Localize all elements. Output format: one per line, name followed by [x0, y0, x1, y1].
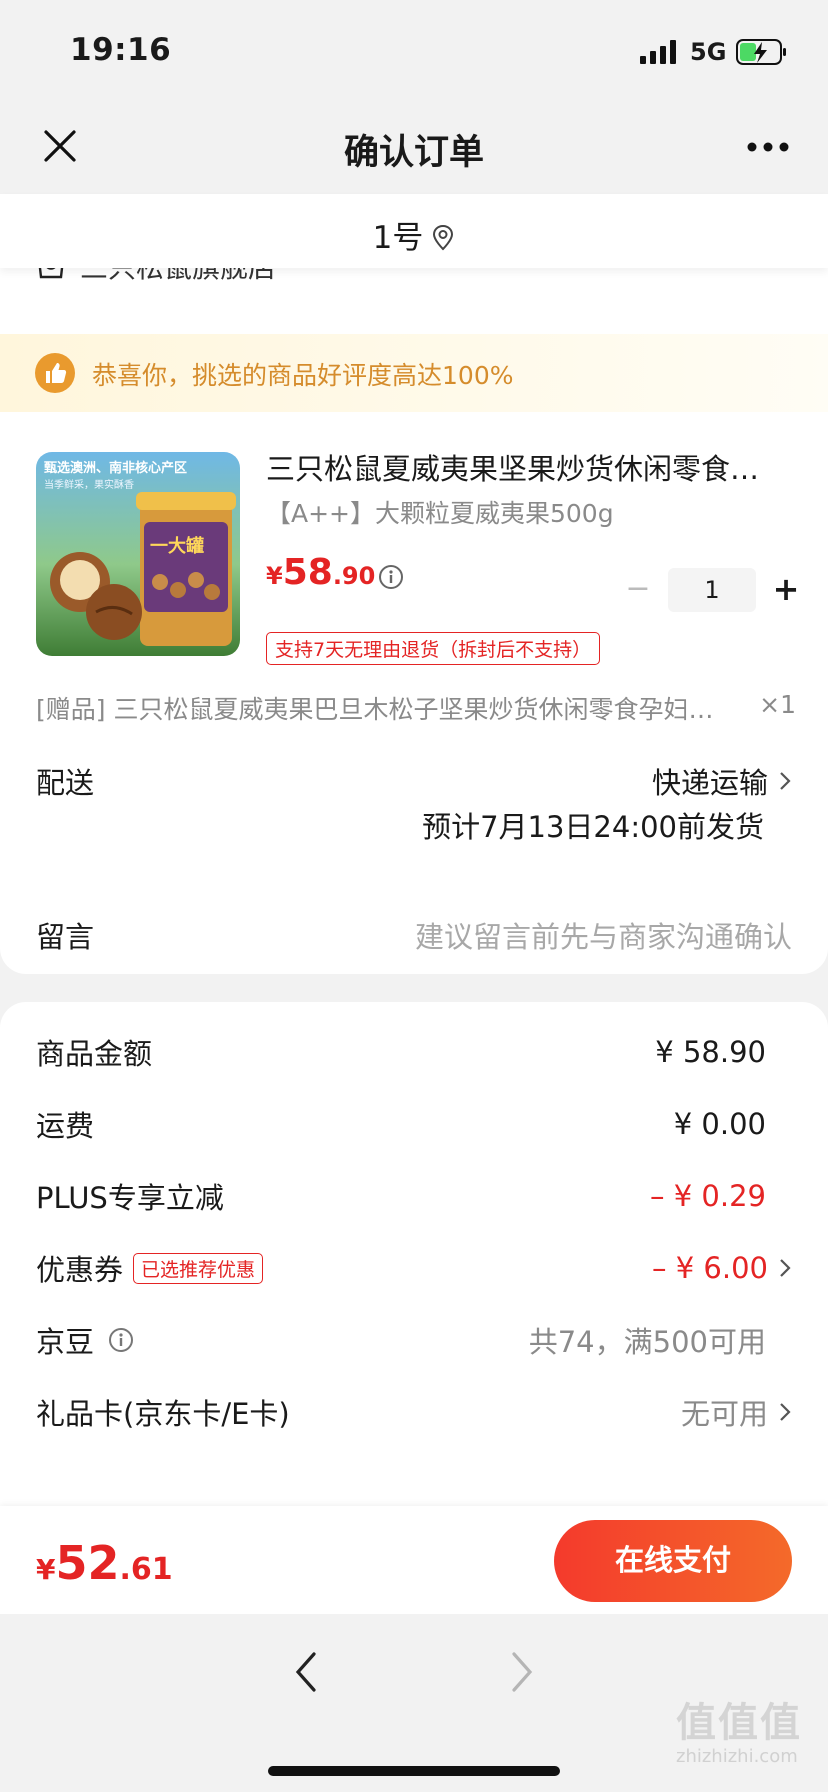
chevron-right-icon — [780, 772, 791, 790]
shipping-fee-value: ¥ 0.00 — [673, 1107, 766, 1141]
quantity-stepper: − 1 + — [620, 568, 804, 612]
forward-icon[interactable] — [508, 1650, 536, 1694]
goods-amount-label: 商品金额 — [36, 1037, 153, 1071]
jingdou-label: 京豆 — [36, 1325, 95, 1359]
home-indicator[interactable] — [268, 1766, 560, 1776]
product-image[interactable]: 甄选澳洲、南非核心产区 当季鲜采，果实酥香 一大罐 — [36, 452, 240, 656]
status-bar: 19:16 5G — [0, 0, 828, 100]
jar-label: 一大罐 — [150, 535, 204, 557]
price-currency: ¥ — [266, 562, 283, 590]
plus-discount-value: – ¥ 0.29 — [650, 1179, 766, 1213]
pay-online-button[interactable]: 在线支付 — [554, 1520, 792, 1602]
watermark-logo: 值值值 — [676, 1700, 802, 1746]
quantity-increase-button[interactable]: + — [768, 572, 804, 608]
total-integer: 52 — [55, 1536, 120, 1590]
gift-card-label: 礼品卡(京东卡/E卡) — [36, 1397, 290, 1431]
quantity-value[interactable]: 1 — [668, 568, 756, 612]
price-integer: 58 — [282, 552, 333, 593]
coupon-label-group: 优惠券 已选推荐优惠 — [36, 1247, 264, 1289]
coupon-row[interactable]: 优惠券 已选推荐优惠 – ¥ 6.00 — [36, 1238, 792, 1298]
total-currency: ¥ — [36, 1553, 56, 1586]
total-price: ¥52.61 — [36, 1536, 173, 1590]
coupon-value: – ¥ 6.00 — [652, 1251, 768, 1285]
network-label: 5G — [690, 38, 727, 66]
thumbs-up-icon — [35, 353, 75, 393]
coupon-value-group: – ¥ 6.00 — [652, 1251, 792, 1285]
jingdou-row: 京豆 共74，满500可用 — [36, 1310, 792, 1370]
status-time: 19:16 — [70, 32, 172, 68]
jingdou-value: 共74，满500可用 — [528, 1325, 766, 1359]
image-subheadline: 当季鲜采，果实酥香 — [44, 478, 134, 491]
product-spec: 【A++】大颗粒夏威夷果500g — [266, 499, 614, 528]
nav-bar: 确认订单 — [0, 100, 828, 194]
gift-text: [赠品] 三只松鼠夏威夷果巴旦木松子坚果炒货休闲零食孕妇… — [36, 695, 714, 724]
jingdou-label-group: 京豆 — [36, 1319, 134, 1361]
praise-text: 恭喜你，挑选的商品好评度高达100% — [92, 361, 514, 390]
price-info-icon[interactable] — [378, 564, 404, 590]
delivery-label: 配送 — [36, 766, 95, 800]
praise-banner: 恭喜你，挑选的商品好评度高达100% — [0, 334, 828, 412]
address-text: 1号 — [372, 220, 424, 256]
page-title: 确认订单 — [343, 133, 484, 173]
quantity-decrease-button[interactable]: − — [620, 572, 656, 608]
jingdou-info-icon[interactable] — [108, 1327, 134, 1353]
battery-charging-icon — [736, 39, 786, 65]
pay-bar: ¥52.61 在线支付 — [0, 1506, 828, 1614]
coupon-recommended-tag: 已选推荐优惠 — [133, 1252, 264, 1284]
shipping-fee-row: 运费 ¥ 0.00 — [36, 1094, 792, 1154]
product-price: ¥58.90 — [266, 552, 375, 593]
gift-count: ×1 — [759, 690, 796, 719]
more-icon[interactable] — [746, 140, 790, 154]
order-card: 三只松鼠旗舰店 恭喜你，挑选的商品好评度高达100% 甄选澳洲、南非核心产区 当… — [0, 262, 828, 974]
delivery-method: 快递运输 — [651, 766, 768, 800]
fee-card: 商品金额 ¥ 58.90 运费 ¥ 0.00 PLUS专享立减 – ¥ 0.29… — [0, 1002, 828, 1512]
refund-policy-tag: 支持7天无理由退货（拆封后不支持） — [266, 632, 601, 665]
gift-card-row[interactable]: 礼品卡(京东卡/E卡) 无可用 — [36, 1382, 792, 1442]
plus-discount-label: PLUS专享立减 — [36, 1181, 224, 1215]
plus-discount-row: PLUS专享立减 – ¥ 0.29 — [36, 1166, 792, 1226]
chevron-right-icon — [780, 1403, 791, 1421]
coupon-label: 优惠券 — [36, 1253, 124, 1287]
shipping-fee-label: 运费 — [36, 1109, 95, 1143]
watermark-url: zhizhizhi.com — [676, 1746, 798, 1767]
gift-row[interactable]: [赠品] 三只松鼠夏威夷果巴旦木松子坚果炒货休闲零食孕妇… ×1 — [36, 690, 796, 726]
delivery-method-button[interactable]: 快递运输 — [652, 760, 792, 802]
message-input[interactable]: 建议留言前先与商家沟通确认 — [415, 914, 792, 956]
gift-card-value-group: 无可用 — [681, 1391, 792, 1433]
location-pin-icon — [433, 224, 454, 251]
gift-card-value: 无可用 — [680, 1397, 768, 1431]
goods-amount-row: 商品金额 ¥ 58.90 — [36, 1022, 792, 1082]
signal-icon — [640, 40, 676, 64]
ship-time: 预计7月13日24:00前发货 — [422, 810, 764, 844]
product-title[interactable]: 三只松鼠夏威夷果坚果炒货休闲零食… — [266, 446, 796, 488]
address-line: 1号 — [0, 212, 828, 257]
address-bar[interactable]: 1号 — [0, 194, 828, 268]
image-headline: 甄选澳洲、南非核心产区 — [44, 460, 187, 476]
total-decimal: .61 — [119, 1552, 173, 1587]
price-decimal: .90 — [332, 562, 376, 590]
goods-amount-value: ¥ 58.90 — [655, 1035, 766, 1069]
chevron-right-icon — [780, 1259, 791, 1277]
back-icon[interactable] — [292, 1650, 320, 1694]
message-label: 留言 — [36, 920, 95, 954]
